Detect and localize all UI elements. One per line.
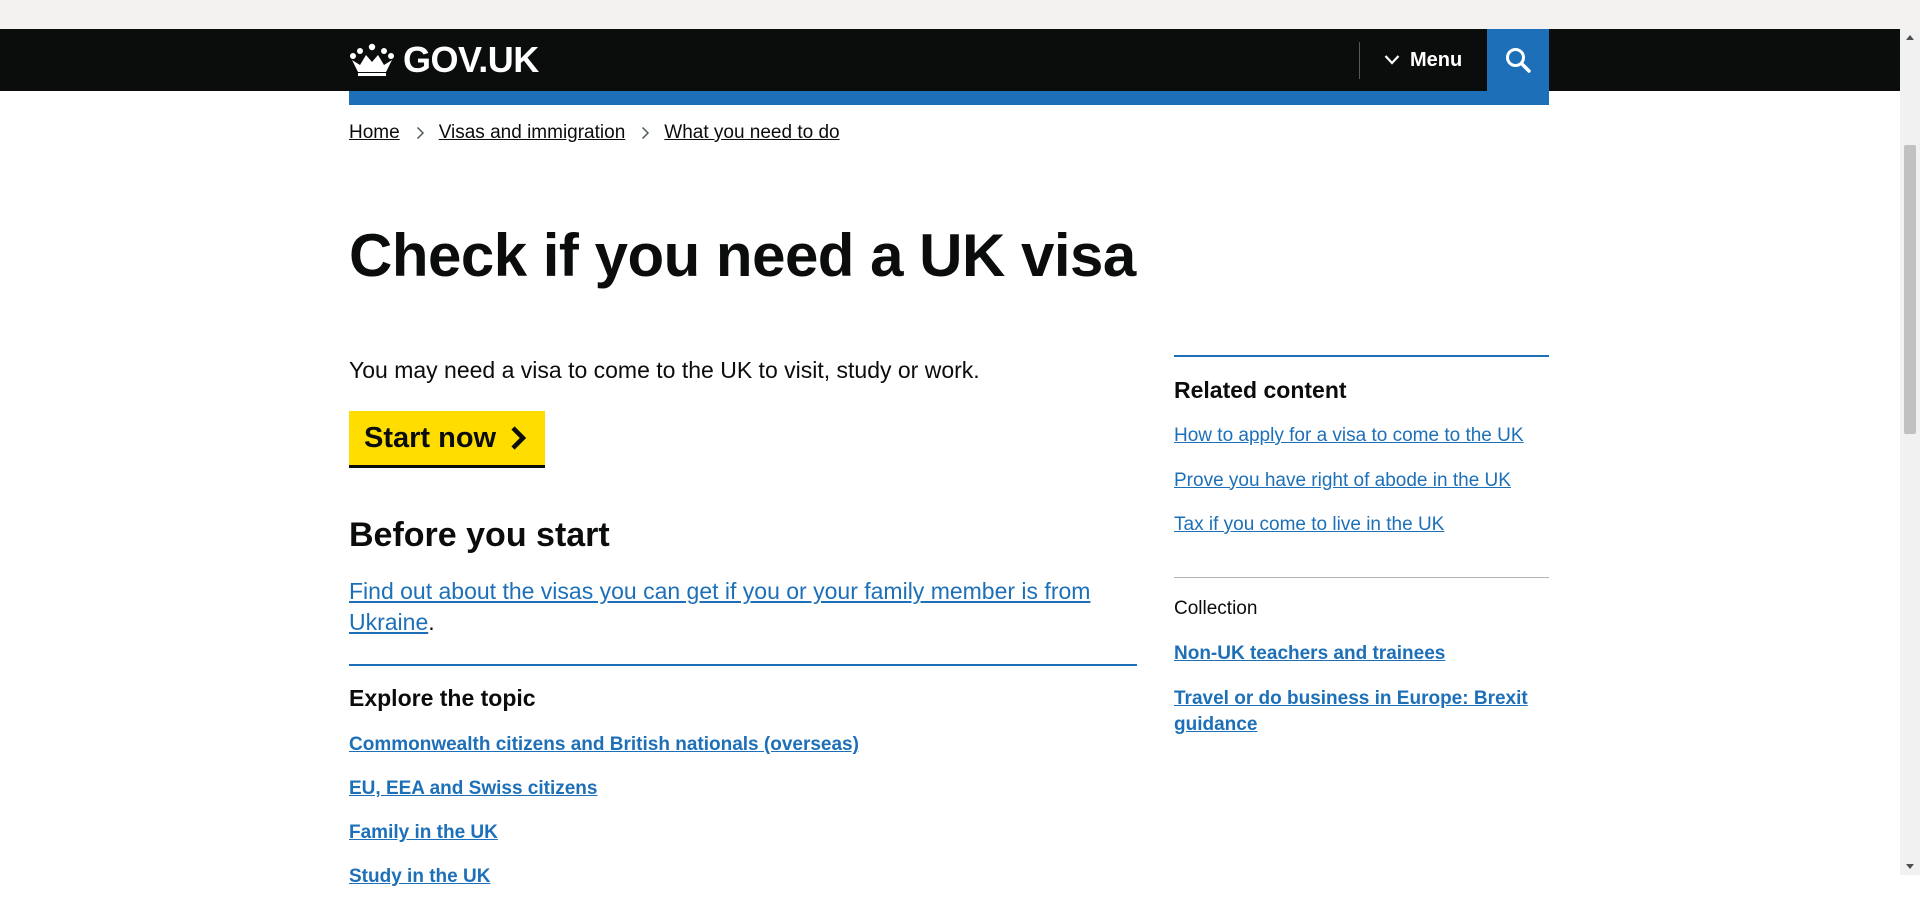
ukraine-paragraph: Find out about the visas you can get if … [349, 576, 1109, 638]
list-item: Non-UK teachers and trainees [1174, 641, 1549, 667]
related-content-heading: Related content [1174, 377, 1347, 403]
crown-icon [350, 43, 394, 76]
list-item: Study in the UK [349, 866, 859, 910]
lead-paragraph: You may need a visa to come to the UK to… [349, 357, 980, 383]
start-now-button[interactable]: Start now [349, 411, 545, 465]
scroll-up-arrow-icon[interactable] [1900, 29, 1920, 46]
arrow-right-icon [511, 426, 527, 450]
ukraine-suffix: . [428, 609, 435, 635]
related-content-rule [1174, 355, 1549, 357]
breadcrumb-home[interactable]: Home [349, 122, 400, 144]
collection-label: Collection [1174, 598, 1258, 619]
site-header: GOV.UK Menu [0, 29, 1900, 91]
list-item: Prove you have right of abode in the UK [1174, 470, 1524, 515]
menu-button[interactable]: Menu [1370, 29, 1462, 91]
page-title: Check if you need a UK visa [349, 222, 1136, 289]
start-now-label: Start now [364, 421, 497, 454]
list-item: EU, EEA and Swiss citizens [349, 778, 859, 822]
topic-link-commonwealth[interactable]: Commonwealth citizens and British nation… [349, 734, 859, 755]
before-you-start-heading: Before you start [349, 516, 610, 554]
menu-label: Menu [1410, 48, 1463, 71]
ukraine-link[interactable]: Find out about the visas you can get if … [349, 578, 1090, 635]
page-scrollbar[interactable] [1900, 29, 1920, 875]
menu-divider [1359, 42, 1360, 79]
govuk-logo-link[interactable]: GOV.UK [349, 39, 539, 80]
logo-text: GOV.UK [403, 39, 539, 80]
collection-link-brexit[interactable]: Travel or do business in Europe: Brexit … [1174, 688, 1528, 735]
list-item: Family in the UK [349, 822, 859, 866]
explore-topic-heading: Explore the topic [349, 685, 536, 711]
collection-link-teachers[interactable]: Non-UK teachers and trainees [1174, 643, 1445, 664]
topic-link-family[interactable]: Family in the UK [349, 822, 498, 843]
breadcrumb-what-you-need-to-do[interactable]: What you need to do [664, 122, 839, 144]
topic-link-study[interactable]: Study in the UK [349, 866, 490, 887]
chevron-right-icon [641, 126, 650, 140]
browser-top-strip [0, 0, 1920, 29]
list-item: Tax if you come to live in the UK [1174, 514, 1524, 559]
related-link-tax[interactable]: Tax if you come to live in the UK [1174, 514, 1444, 535]
chevron-down-icon [1384, 55, 1400, 65]
related-link-apply-visa[interactable]: How to apply for a visa to come to the U… [1174, 425, 1524, 446]
explore-topic-list: Commonwealth citizens and British nation… [349, 734, 859, 910]
header-blue-rule [349, 91, 1549, 105]
list-item: Travel or do business in Europe: Brexit … [1174, 686, 1549, 738]
breadcrumb-visas-immigration[interactable]: Visas and immigration [439, 122, 626, 144]
related-content-list: How to apply for a visa to come to the U… [1174, 425, 1524, 559]
collection-divider [1174, 577, 1549, 578]
explore-topic-rule [349, 664, 1137, 666]
chevron-right-icon [416, 126, 425, 140]
topic-link-eu-eea-swiss[interactable]: EU, EEA and Swiss citizens [349, 778, 597, 799]
collection-list: Non-UK teachers and trainees Travel or d… [1174, 641, 1549, 757]
search-icon [1506, 48, 1531, 73]
scrollbar-thumb[interactable] [1904, 145, 1916, 434]
list-item: How to apply for a visa to come to the U… [1174, 425, 1524, 470]
scroll-down-arrow-icon[interactable] [1900, 858, 1920, 875]
breadcrumb: Home Visas and immigration What you need… [349, 122, 840, 144]
list-item: Commonwealth citizens and British nation… [349, 734, 859, 778]
related-link-right-of-abode[interactable]: Prove you have right of abode in the UK [1174, 470, 1511, 491]
search-button[interactable] [1487, 29, 1549, 91]
